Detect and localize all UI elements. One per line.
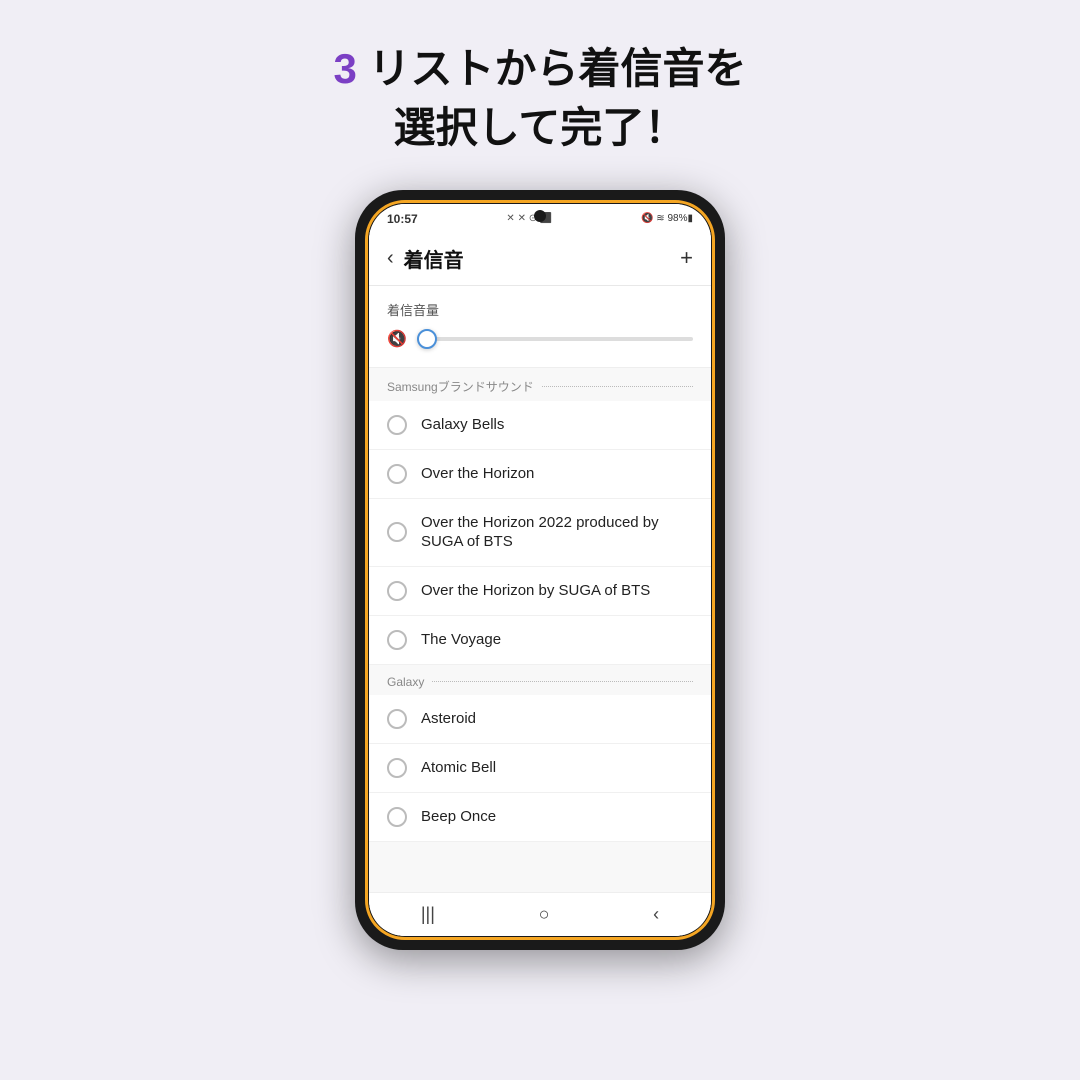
list-item[interactable]: Beep Once [369, 793, 711, 842]
back-nav-button[interactable]: ‹ [653, 904, 659, 925]
list-item[interactable]: Over the Horizon by SUGA of BTS [369, 567, 711, 616]
section-header-galaxy: Galaxy [369, 665, 711, 695]
ringtone-label: Over the Horizon 2022 produced by SUGA o… [421, 513, 693, 552]
list-item[interactable]: Atomic Bell [369, 744, 711, 793]
ringtone-label: Asteroid [421, 709, 476, 729]
screen-content: ‹ 着信音 + 着信音量 🔇 [369, 230, 711, 936]
section-header-samsung: Samsungブランドサウンド [369, 368, 711, 401]
header-line1: リストから着信音を [357, 45, 747, 92]
header-text: 3 リストから着信音を 選択して完了！ [333, 40, 746, 158]
volume-slider[interactable] [417, 337, 693, 341]
list-item[interactable]: Over the Horizon [369, 450, 711, 499]
recent-apps-button[interactable]: ||| [421, 904, 435, 925]
section-line [542, 386, 693, 387]
header-line2: 選択して完了！ [394, 104, 687, 151]
status-bar: 10:57 ✕ ✕ ⊙ ⬛ 🔇 ≋ 98%▮ [369, 204, 711, 230]
home-button[interactable]: ○ [539, 904, 550, 925]
ringtone-label: Galaxy Bells [421, 415, 504, 435]
add-button[interactable]: + [680, 245, 693, 271]
mute-icon: 🔇 [387, 329, 407, 349]
list-item[interactable]: The Voyage [369, 616, 711, 665]
list-item[interactable]: Over the Horizon 2022 produced by SUGA o… [369, 499, 711, 567]
radio-button[interactable] [387, 415, 407, 435]
ringtone-label: Over the Horizon [421, 464, 534, 484]
status-time: 10:57 [387, 212, 418, 226]
ringtone-label: Beep Once [421, 807, 496, 827]
radio-button[interactable] [387, 758, 407, 778]
section-label-galaxy: Galaxy [387, 675, 424, 689]
radio-button[interactable] [387, 709, 407, 729]
page-title: 着信音 [404, 244, 680, 273]
list-item[interactable]: Asteroid [369, 695, 711, 744]
radio-button[interactable] [387, 630, 407, 650]
list-item[interactable]: Galaxy Bells [369, 401, 711, 450]
phone-shell: 10:57 ✕ ✕ ⊙ ⬛ 🔇 ≋ 98%▮ ‹ 着信音 + 着 [355, 190, 725, 950]
phone-screen: 10:57 ✕ ✕ ⊙ ⬛ 🔇 ≋ 98%▮ ‹ 着信音 + 着 [369, 204, 711, 936]
ringtone-list[interactable]: Samsungブランドサウンド Galaxy Bells Over the Ho… [369, 368, 711, 892]
ringtone-label: The Voyage [421, 630, 501, 650]
app-header: ‹ 着信音 + [369, 230, 711, 286]
camera-dot [534, 210, 546, 222]
step-number: 3 [333, 45, 356, 92]
volume-label: 着信音量 [387, 300, 693, 319]
bottom-nav: ||| ○ ‹ [369, 892, 711, 936]
radio-button[interactable] [387, 581, 407, 601]
radio-button[interactable] [387, 522, 407, 542]
radio-button[interactable] [387, 464, 407, 484]
volume-thumb[interactable] [417, 329, 437, 349]
status-icons-right: 🔇 ≋ 98%▮ [641, 213, 693, 224]
back-button[interactable]: ‹ [387, 247, 394, 270]
section-label-samsung: Samsungブランドサウンド [387, 378, 534, 395]
section-line-galaxy [432, 681, 693, 682]
ringtone-label: Over the Horizon by SUGA of BTS [421, 581, 650, 601]
ringtone-label: Atomic Bell [421, 758, 496, 778]
radio-button[interactable] [387, 807, 407, 827]
volume-row: 🔇 [387, 329, 693, 349]
volume-section: 着信音量 🔇 [369, 286, 711, 368]
page-wrapper: 3 リストから着信音を 選択して完了！ 10:57 ✕ ✕ ⊙ ⬛ 🔇 ≋ 98… [0, 0, 1080, 1080]
signal-icon: 🔇 ≋ 98%▮ [641, 213, 693, 224]
